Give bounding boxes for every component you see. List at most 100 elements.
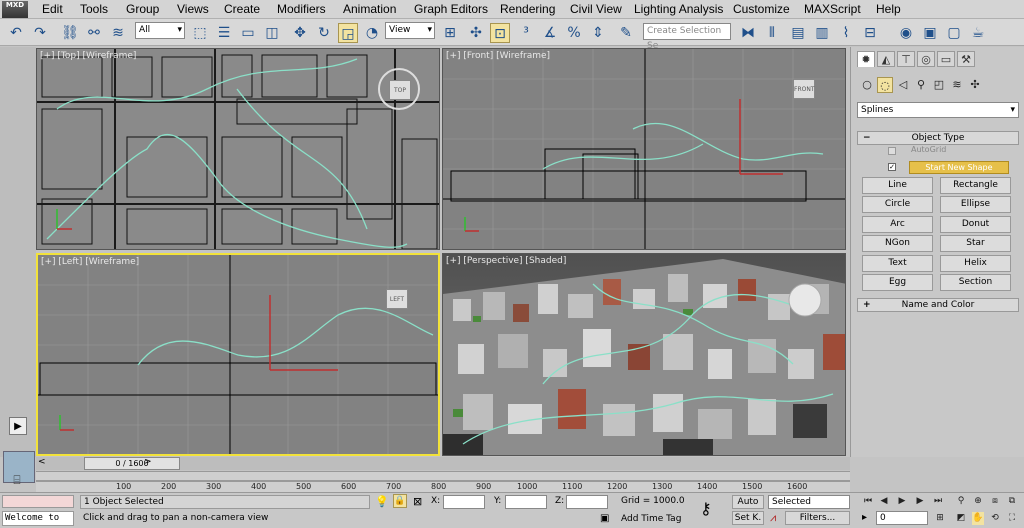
- y-coordinate-field[interactable]: [505, 495, 547, 509]
- material-editor-icon[interactable]: ◉: [896, 23, 916, 43]
- percent-snap-icon[interactable]: %: [564, 23, 584, 43]
- next-frame-icon[interactable]: ▶: [914, 495, 926, 508]
- angle-snap-icon[interactable]: ∡: [540, 23, 560, 43]
- motion-tab-icon[interactable]: ◎: [917, 51, 935, 67]
- viewport-front[interactable]: [+] [Front] [Wireframe] FRONT: [442, 48, 846, 250]
- viewport-perspective[interactable]: [+] [Perspective] [Shaded]: [442, 253, 846, 456]
- link-icon[interactable]: ⛓: [60, 23, 80, 43]
- menu-animation[interactable]: Animation: [343, 2, 396, 16]
- app-logo[interactable]: MXD: [2, 1, 28, 18]
- star-button[interactable]: Star: [940, 235, 1011, 252]
- ellipse-button[interactable]: Ellipse: [940, 196, 1011, 213]
- start-new-shape-button[interactable]: Start New Shape: [909, 161, 1009, 174]
- go-to-end-icon[interactable]: ⏭: [932, 495, 944, 508]
- select-move-icon[interactable]: ✥: [290, 23, 310, 43]
- track-bar[interactable]: 100 200 300 400 500 600 700 800 900 1000…: [36, 471, 850, 492]
- named-selection-set-input[interactable]: Create Selection Se: [643, 23, 731, 51]
- donut-button[interactable]: Donut: [940, 216, 1011, 233]
- start-new-shape-checkbox[interactable]: ✓: [888, 163, 896, 171]
- z-coordinate-field[interactable]: [566, 495, 608, 509]
- manipulate-icon[interactable]: ✣: [466, 23, 486, 43]
- select-object-icon[interactable]: ⬚: [190, 23, 210, 43]
- viewport-top[interactable]: [+] [Top] [Wireframe] TOP: [36, 48, 440, 250]
- modify-tab-icon[interactable]: ◭: [877, 51, 895, 67]
- menu-rendering[interactable]: Rendering: [500, 2, 555, 16]
- text-button[interactable]: Text: [862, 255, 933, 272]
- menu-tools[interactable]: Tools: [80, 2, 108, 16]
- menu-civil-view[interactable]: Civil View: [570, 2, 622, 16]
- slider-next-icon[interactable]: >: [144, 457, 152, 467]
- maxscript-listener-white[interactable]: Welcome to: [2, 511, 74, 526]
- graphite-ribbon-icon[interactable]: ▥: [812, 23, 832, 43]
- redo-icon[interactable]: ↷: [30, 23, 50, 43]
- viewcube-top[interactable]: TOP: [389, 80, 411, 100]
- helix-button[interactable]: Helix: [940, 255, 1011, 272]
- create-tab-icon[interactable]: ✹: [857, 51, 875, 67]
- zoom-extents-icon[interactable]: ⧈: [989, 495, 1001, 508]
- set-key-icon[interactable]: ⚷: [700, 499, 712, 518]
- viewport-label-perspective[interactable]: [+] [Perspective] [Shaded]: [446, 256, 566, 266]
- systems-icon[interactable]: ✣: [967, 77, 983, 93]
- keyboard-shortcut-override-icon[interactable]: ⊡: [490, 23, 510, 43]
- align-icon[interactable]: ⫴: [762, 23, 782, 43]
- cameras-icon[interactable]: ⚲: [913, 77, 929, 93]
- menu-maxscript[interactable]: MAXScript: [804, 2, 861, 16]
- layer-manager-icon[interactable]: ▤: [788, 23, 808, 43]
- curve-editor-icon[interactable]: ⌇: [836, 23, 856, 43]
- arc-button[interactable]: Arc: [862, 216, 933, 233]
- autogrid-checkbox[interactable]: [888, 147, 896, 155]
- pivot-center-icon[interactable]: ⊞: [440, 23, 460, 43]
- selection-lock-icon[interactable]: 🔒: [393, 494, 407, 508]
- play-icon[interactable]: ▶: [9, 417, 27, 435]
- auto-key-button[interactable]: Auto: [732, 495, 764, 509]
- object-type-rollout[interactable]: − Object Type: [857, 131, 1019, 145]
- lights-icon[interactable]: ◁: [895, 77, 911, 93]
- menu-create[interactable]: Create: [224, 2, 260, 16]
- helpers-icon[interactable]: ◰: [931, 77, 947, 93]
- add-time-tag[interactable]: Add Time Tag: [621, 514, 681, 524]
- key-filter-dropdown[interactable]: Selected: [768, 495, 850, 509]
- time-slider[interactable]: 0 / 1600: [84, 457, 180, 470]
- orbit-icon[interactable]: ⟲: [989, 512, 1001, 525]
- space-warps-icon[interactable]: ≋: [949, 77, 965, 93]
- shapes-icon[interactable]: ◌: [877, 77, 893, 93]
- object-category-dropdown[interactable]: Splines: [857, 102, 1019, 118]
- menu-group[interactable]: Group: [126, 2, 159, 16]
- mini-curve-editor-icon[interactable]: ⌸: [4, 473, 30, 489]
- time-config-icon[interactable]: ⊞: [934, 512, 946, 525]
- key-filters-button[interactable]: Filters...: [785, 511, 850, 525]
- mirror-icon[interactable]: ⧓: [738, 23, 758, 43]
- menu-lighting-analysis[interactable]: Lighting Analysis: [634, 2, 723, 16]
- rectangle-button[interactable]: Rectangle: [940, 177, 1011, 194]
- viewport-left[interactable]: [+] [Left] [Wireframe] LEFT: [36, 253, 440, 456]
- maximize-viewport-icon[interactable]: ⛶: [1006, 512, 1018, 525]
- egg-button[interactable]: Egg: [862, 274, 933, 291]
- menu-views[interactable]: Views: [177, 2, 209, 16]
- utilities-tab-icon[interactable]: ⚒: [957, 51, 975, 67]
- select-by-name-icon[interactable]: ☰: [214, 23, 234, 43]
- section-button[interactable]: Section: [940, 274, 1011, 291]
- zoom-all-icon[interactable]: ⊕: [972, 495, 984, 508]
- key-mode-toggle-icon[interactable]: ▸: [862, 512, 867, 523]
- menu-edit[interactable]: Edit: [42, 2, 63, 16]
- x-coordinate-field[interactable]: [443, 495, 485, 509]
- selection-filter-dropdown[interactable]: All: [135, 22, 185, 39]
- zoom-extents-all-icon[interactable]: ⧉: [1006, 495, 1018, 508]
- select-scale-icon[interactable]: ◲: [338, 23, 358, 43]
- field-of-view-icon[interactable]: ◩: [955, 512, 967, 525]
- geometry-icon[interactable]: ○: [859, 77, 875, 93]
- go-to-start-icon[interactable]: ⏮: [862, 495, 874, 508]
- circle-button[interactable]: Circle: [862, 196, 933, 213]
- pan-view-icon[interactable]: ✋: [972, 512, 984, 525]
- slider-prev-icon[interactable]: <: [38, 457, 46, 467]
- bind-space-warp-icon[interactable]: ≋: [108, 23, 128, 43]
- menu-modifiers[interactable]: Modifiers: [277, 2, 326, 16]
- viewcube-front[interactable]: FRONT: [793, 79, 815, 99]
- maxscript-listener-pink[interactable]: [2, 495, 74, 508]
- set-key-button[interactable]: Set K.: [732, 511, 764, 525]
- viewcube-left[interactable]: LEFT: [386, 289, 408, 309]
- name-and-color-rollout[interactable]: + Name and Color: [857, 298, 1019, 312]
- spinner-snap-icon[interactable]: ⇕: [588, 23, 608, 43]
- viewport-label-front[interactable]: [+] [Front] [Wireframe]: [446, 51, 550, 61]
- display-tab-icon[interactable]: ▭: [937, 51, 955, 67]
